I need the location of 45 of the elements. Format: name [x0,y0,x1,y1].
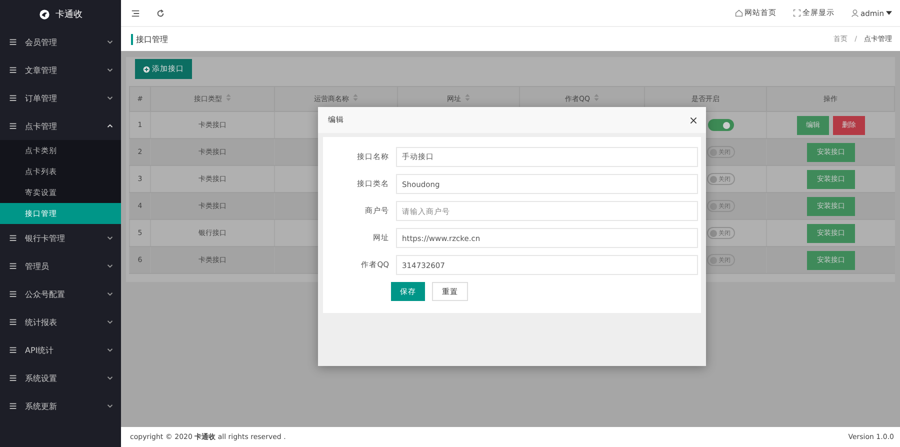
chevron-icon [107,348,113,352]
chevron-icon [107,376,113,380]
chevron-icon [107,96,113,100]
toggle-switch[interactable] [708,119,734,131]
chevron-icon [107,40,113,44]
sidebar-item[interactable]: 管理员 [0,252,121,280]
chevron-icon [107,236,113,240]
refresh-icon[interactable] [156,8,165,18]
sidebar-item[interactable]: 统计报表 [0,308,121,336]
sidebar-item[interactable]: 文章管理 [0,56,121,84]
sidebar-item[interactable]: 系统设置 [0,364,121,392]
fullscreen-icon [792,9,800,17]
menu-item-icon [9,38,17,46]
menu-item-icon [9,318,17,326]
sidebar-item[interactable]: 系统更新 [0,392,121,420]
menu-item-icon [9,374,17,382]
user-icon [850,9,858,17]
chevron-icon [107,124,113,128]
logo-icon [38,8,50,20]
sidebar-item[interactable]: 会员管理 [0,28,121,56]
chevron-icon [107,404,113,408]
sidebar-item[interactable]: API统计 [0,336,121,364]
menu-item-icon [9,94,17,102]
chevron-icon [107,68,113,72]
chevron-icon [107,292,113,296]
menu-item-icon [9,346,17,354]
menu-item-icon [9,66,17,74]
menu-item-icon [9,122,17,130]
sidebar-item[interactable]: 公众号配置 [0,280,121,308]
menu-icon[interactable] [131,8,140,18]
home-icon [734,9,742,17]
brand-name: 卡通收 [56,8,82,20]
sidebar-item[interactable]: 银行卡管理 [0,224,121,252]
menu-item-icon [9,234,17,242]
chevron-icon [107,320,113,324]
close-icon[interactable] [690,116,697,124]
menu-item-icon [9,262,17,270]
plus-icon [143,66,150,72]
chevron-icon [107,264,113,268]
sidebar-item[interactable]: 订单管理 [0,84,121,112]
caret-icon [886,11,892,15]
page-title: 接口管理 [131,34,168,44]
menu-item-icon [9,402,17,410]
menu-item-icon [9,290,17,298]
sidebar-item[interactable]: 点卡管理 [0,112,121,140]
